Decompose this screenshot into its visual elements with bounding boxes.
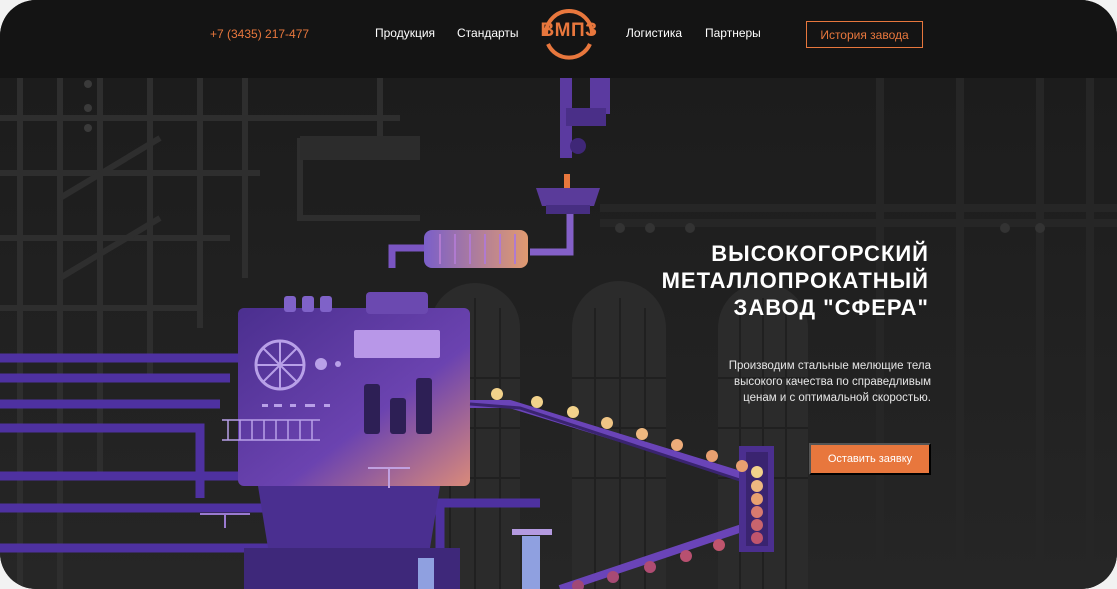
brand-logo[interactable]: ВМПЗ — [538, 6, 600, 64]
factory-illustration — [0, 78, 1117, 589]
hero-subtitle: Производим стальные мелющие тела высоког… — [728, 360, 931, 404]
history-button[interactable]: История завода — [806, 21, 923, 48]
site-header: +7 (3435) 217-477 Продукция Стандарты ВМ… — [0, 0, 1117, 78]
nav-item-products[interactable]: Продукция — [375, 26, 435, 40]
phone-link[interactable]: +7 (3435) 217-477 — [210, 27, 309, 41]
page-frame: +7 (3435) 217-477 Продукция Стандарты ВМ… — [0, 0, 1117, 589]
logo-text: ВМПЗ — [540, 20, 598, 41]
hero-headline: ВЫСОКОГОРСКИЙ МЕТАЛЛОПРОКАТНЫЙ ЗАВОД "СФ… — [661, 241, 929, 320]
hero-section: ВЫСОКОГОРСКИЙ МЕТАЛЛОПРОКАТНЫЙ ЗАВОД "СФ… — [0, 78, 1117, 589]
nav-item-partners[interactable]: Партнеры — [705, 26, 761, 40]
nav-item-standards[interactable]: Стандарты — [457, 26, 519, 40]
submit-request-button[interactable]: Оставить заявку — [809, 443, 931, 475]
nav-item-logistics[interactable]: Логистика — [626, 26, 682, 40]
